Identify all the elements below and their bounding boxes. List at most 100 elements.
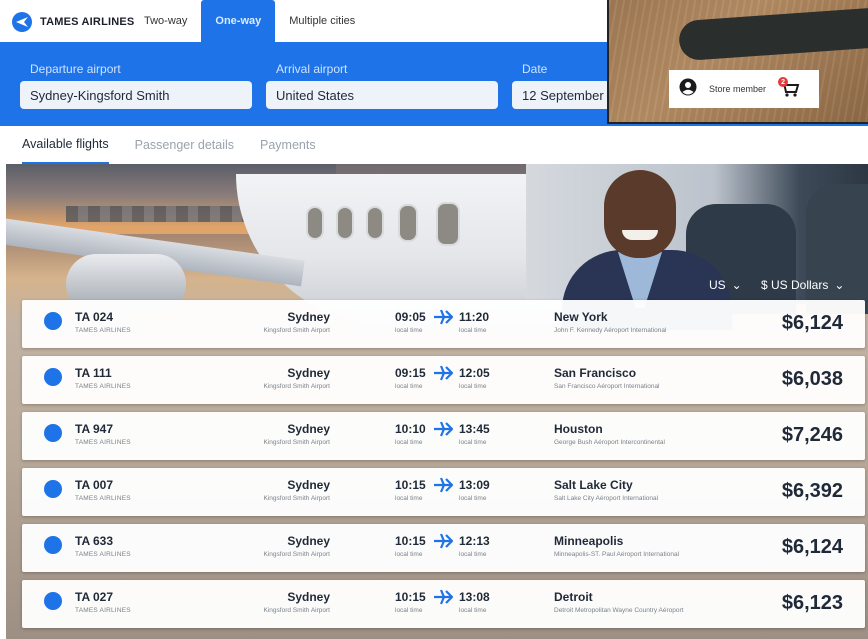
flight-row[interactable]: TA 007 TAMES AIRLINES Sydney Kingsford S…	[22, 468, 865, 516]
flight-origin: Sydney	[287, 310, 330, 324]
flight-price: $6,392	[781, 480, 843, 502]
plane-icon	[434, 533, 453, 549]
flight-price: $6,123	[781, 592, 843, 614]
flight-origin-airport: Kingsford Smith Airport	[263, 495, 330, 502]
flight-origin: Sydney	[287, 534, 330, 548]
flight-price: $6,124	[781, 536, 843, 558]
flight-number: TA 633	[75, 534, 114, 548]
departure-field: Departure airport Sydney-Kingsford Smith	[20, 62, 252, 109]
arrive-local-time-label: local time	[459, 327, 487, 334]
flight-airline: TAMES AIRLINES	[75, 439, 131, 446]
arrive-local-time-label: local time	[459, 551, 487, 558]
flight-row[interactable]: TA 027 TAMES AIRLINES Sydney Kingsford S…	[22, 580, 865, 628]
flight-depart-time: 10:15	[395, 478, 426, 492]
flight-status-dot	[44, 312, 62, 330]
flight-destination-airport: Salt Lake City Aéroport International	[554, 495, 659, 502]
flight-depart-time: 10:15	[395, 590, 426, 604]
flight-row[interactable]: TA 947 TAMES AIRLINES Sydney Kingsford S…	[22, 412, 865, 460]
tab-available-flights[interactable]: Available flights	[22, 126, 109, 164]
airplane-window	[366, 206, 384, 240]
flight-row[interactable]: TA 633 TAMES AIRLINES Sydney Kingsford S…	[22, 524, 865, 572]
flight-number: TA 111	[75, 366, 112, 380]
flight-number: TA 007	[75, 478, 114, 492]
flight-destination: Minneapolis	[554, 534, 624, 548]
flight-origin: Sydney	[287, 366, 330, 380]
store-member-overlay: Store member 2	[607, 0, 868, 124]
flight-number: TA 947	[75, 422, 114, 436]
plane-icon	[434, 421, 453, 437]
flight-status-dot	[44, 480, 62, 498]
store-member-label: Store member	[709, 84, 767, 94]
flight-arrive-time: 11:20	[459, 310, 490, 324]
arrival-input[interactable]: United States	[266, 81, 498, 109]
plane-icon	[434, 365, 453, 381]
flight-number: TA 024	[75, 310, 114, 324]
tab-multiple-cities[interactable]: Multiple cities	[275, 0, 369, 42]
cart-icon[interactable]: 2	[778, 77, 800, 98]
tab-one-way[interactable]: One-way	[201, 0, 276, 42]
flight-status-dot	[44, 424, 62, 442]
flight-depart-time: 10:10	[395, 422, 426, 436]
arrival-field: Arrival airport United States	[266, 62, 498, 109]
flight-destination: New York	[554, 310, 608, 324]
flight-arrive-time: 12:13	[459, 534, 490, 548]
airplane-window	[398, 204, 418, 242]
currency-selector[interactable]: $ US Dollars ⌄	[761, 278, 844, 292]
cart-count-badge: 2	[778, 77, 789, 87]
passenger-head	[604, 170, 676, 258]
account-icon	[679, 78, 697, 101]
depart-local-time-label: local time	[395, 383, 423, 390]
plane-icon	[434, 589, 453, 605]
flight-destination: Detroit	[554, 590, 593, 604]
departure-label: Departure airport	[30, 62, 121, 76]
country-selector[interactable]: US ⌄	[709, 278, 742, 292]
flight-row[interactable]: TA 024 TAMES AIRLINES Sydney Kingsford S…	[22, 300, 865, 348]
chevron-down-icon: ⌄	[731, 278, 742, 292]
flight-destination-airport: Detroit Metropolitan Wayne Country Aérop…	[554, 607, 684, 614]
arrive-local-time-label: local time	[459, 607, 487, 614]
flight-status-dot	[44, 536, 62, 554]
depart-local-time-label: local time	[395, 607, 423, 614]
flight-airline: TAMES AIRLINES	[75, 607, 131, 614]
flight-depart-time: 09:05	[395, 310, 426, 324]
arrive-local-time-label: local time	[459, 439, 487, 446]
flight-arrive-time: 12:05	[459, 366, 490, 380]
airline-logo-icon	[12, 12, 32, 32]
departure-input[interactable]: Sydney-Kingsford Smith	[20, 81, 252, 109]
flight-destination: Salt Lake City	[554, 478, 633, 492]
flight-destination-airport: George Bush Aéroport Intercontinental	[554, 439, 665, 446]
trip-type-tabs: Two-way One-way Multiple cities	[130, 0, 369, 42]
flight-price: $6,038	[781, 368, 843, 390]
tab-payments[interactable]: Payments	[260, 126, 316, 164]
flight-origin-airport: Kingsford Smith Airport	[263, 607, 330, 614]
tab-two-way[interactable]: Two-way	[130, 0, 201, 42]
flight-arrive-time: 13:45	[459, 422, 490, 436]
flight-arrive-time: 13:09	[459, 478, 490, 492]
date-input[interactable]: 12 September	[512, 81, 622, 109]
airplane-window	[336, 206, 354, 240]
flight-origin-airport: Kingsford Smith Airport	[263, 327, 330, 334]
airplane-window	[306, 206, 324, 240]
depart-local-time-label: local time	[395, 327, 423, 334]
plane-icon	[434, 477, 453, 493]
flight-origin-airport: Kingsford Smith Airport	[263, 551, 330, 558]
flight-destination-airport: San Francisco Aéroport International	[554, 383, 660, 390]
tab-passenger-details[interactable]: Passenger details	[135, 126, 234, 164]
flight-status-dot	[44, 592, 62, 610]
flight-price: $6,124	[781, 312, 843, 334]
country-value: US	[709, 278, 726, 292]
airplane-window	[436, 202, 460, 246]
flight-origin-airport: Kingsford Smith Airport	[263, 439, 330, 446]
passenger-smile	[622, 230, 658, 240]
flight-airline: TAMES AIRLINES	[75, 383, 131, 390]
flight-airline: TAMES AIRLINES	[75, 495, 131, 502]
flight-row[interactable]: TA 111 TAMES AIRLINES Sydney Kingsford S…	[22, 356, 865, 404]
chevron-down-icon: ⌄	[834, 278, 845, 292]
flight-depart-time: 10:15	[395, 534, 426, 548]
flight-destination-airport: Minneapolis-ST. Paul Aéroport Internatio…	[554, 551, 680, 558]
brand[interactable]: TAMES AIRLINES	[12, 12, 134, 32]
flight-destination: Houston	[554, 422, 603, 436]
flight-destination: San Francisco	[554, 366, 637, 380]
store-member-button[interactable]: Store member 2	[669, 70, 819, 108]
flight-status-dot	[44, 368, 62, 386]
